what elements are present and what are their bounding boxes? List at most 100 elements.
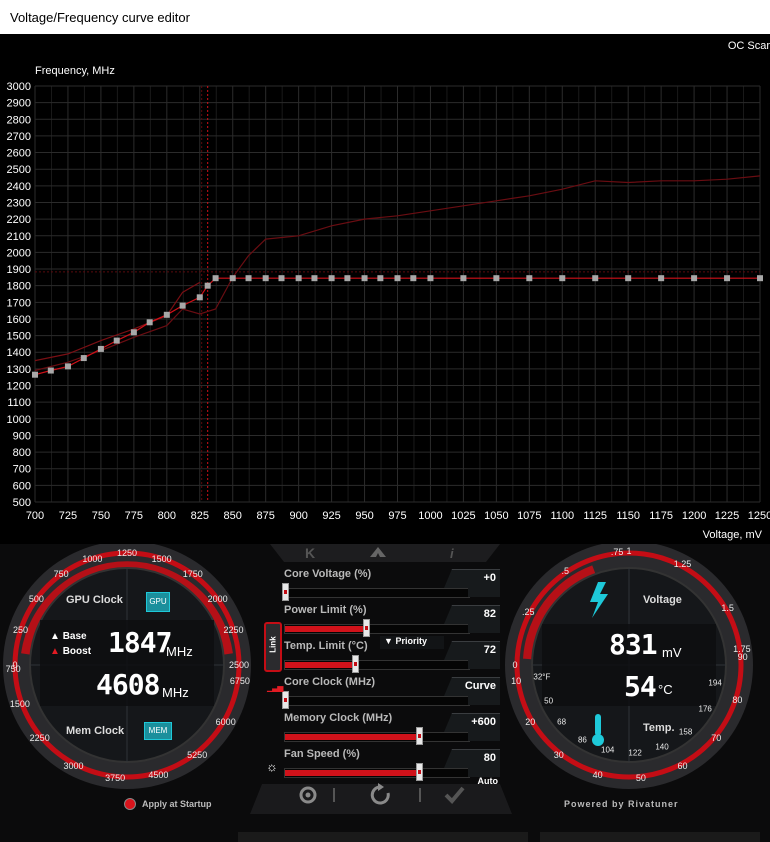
curve-point[interactable]	[295, 275, 302, 282]
fan-speed-slider-thumb[interactable]	[416, 763, 424, 781]
curve-point[interactable]	[427, 275, 434, 282]
power-limit-slider[interactable]	[284, 619, 470, 637]
oc-scanner-label[interactable]: OC Scar	[728, 40, 770, 52]
curve-point[interactable]	[658, 275, 665, 282]
gpu-clock-scale-label: 1500	[151, 553, 172, 564]
curve-point[interactable]	[757, 275, 763, 282]
curve-point[interactable]	[394, 275, 401, 282]
temp-f-scale-label: 104	[601, 745, 615, 755]
curve-point[interactable]	[32, 371, 38, 378]
x-tick-label: 825	[191, 510, 209, 522]
priority-toggle[interactable]: ▼ Priority	[380, 636, 444, 649]
core-clock-slider[interactable]	[282, 691, 470, 709]
info-icon[interactable]: i	[450, 546, 454, 561]
vf-chart[interactable]: Frequency, MHz 500 600 700 800 900 1000 1100 120…	[0, 34, 770, 544]
curve-point[interactable]	[80, 355, 87, 362]
curve-point[interactable]	[410, 275, 417, 282]
curve-point[interactable]	[592, 275, 599, 282]
curve-point[interactable]	[262, 275, 269, 282]
curve-point[interactable]	[311, 275, 318, 282]
curve-point[interactable]	[130, 329, 137, 336]
fan-speed-value-box[interactable]: 80	[444, 749, 500, 768]
curve-point[interactable]	[559, 275, 566, 282]
curve-point[interactable]	[361, 275, 368, 282]
power-limit-value: 82	[483, 608, 496, 620]
curve-point[interactable]	[328, 275, 335, 282]
curve-point[interactable]	[212, 275, 219, 282]
curve-point[interactable]	[113, 337, 120, 344]
y-tick-label: 2500	[7, 164, 31, 176]
mem-clock-scale-label: 3000	[63, 760, 84, 771]
temp-label: Temp.	[643, 722, 675, 734]
core-voltage-value: +0	[483, 572, 496, 584]
temp-limit-slider[interactable]	[284, 655, 470, 673]
mem-clock-label: Mem Clock	[66, 725, 125, 737]
fan-speed-value: 80	[483, 752, 496, 764]
curve-point[interactable]	[493, 275, 500, 282]
fan-speed-slider[interactable]	[284, 763, 470, 781]
curve-point[interactable]	[179, 302, 186, 309]
core-voltage-slider-thumb[interactable]	[282, 583, 289, 601]
vf-curve-editor[interactable]: OC Scar Frequency, MHz 500 600 700 800 900 100…	[0, 34, 770, 544]
core-clock-value: Curve	[464, 680, 496, 692]
power-limit-value-box[interactable]: 82	[444, 605, 500, 624]
temp-limit-value-box[interactable]: 72	[444, 641, 500, 660]
power-limit-slider-fill	[285, 626, 366, 632]
boost-legend: ▲ Boost	[50, 646, 91, 657]
y-tick-label: 1000	[7, 414, 31, 426]
link-toggle[interactable]: Link	[264, 622, 282, 672]
curve-point[interactable]	[47, 367, 54, 374]
memory-clock-slider-thumb[interactable]	[416, 727, 424, 745]
curve-point[interactable]	[691, 275, 698, 282]
temp-limit-lower-box	[468, 659, 500, 669]
k-boost-icon[interactable]: K	[305, 545, 315, 561]
curve-point[interactable]	[724, 275, 731, 282]
curve-point[interactable]	[245, 275, 252, 282]
gpu-clock-scale-label: 2250	[223, 625, 244, 636]
temp-limit-slider-thumb[interactable]	[351, 655, 359, 673]
temp-c-scale-label: 50	[635, 773, 646, 784]
curve-point[interactable]	[163, 311, 170, 318]
core-clock-slider-thumb[interactable]	[282, 691, 289, 709]
memory-clock-value-box[interactable]: +600	[444, 713, 500, 732]
temperature-unit: °C	[658, 682, 673, 697]
window-title: Voltage/Frequency curve editor	[10, 10, 190, 25]
core-voltage-value-box[interactable]: +0	[444, 569, 500, 588]
y-axis-label: Frequency, MHz	[35, 65, 115, 77]
voltage-scale-label: .25	[522, 606, 535, 617]
temp-c-scale-label: 70	[711, 733, 722, 744]
memory-clock-row: Memory Clock (MHz) +600	[282, 712, 506, 750]
power-limit-slider-thumb[interactable]	[362, 619, 370, 637]
temp-c-scale-label: 40	[592, 769, 603, 780]
x-tick-label: 950	[355, 510, 373, 522]
apply-at-startup-toggle[interactable]	[124, 798, 136, 810]
curve-point[interactable]	[97, 345, 104, 352]
curve-point[interactable]	[278, 275, 285, 282]
curve-point[interactable]	[625, 275, 632, 282]
core-voltage-slider[interactable]	[282, 583, 470, 601]
curve-point[interactable]	[377, 275, 384, 282]
curve-point[interactable]	[344, 275, 351, 282]
y-tick-label: 600	[13, 480, 31, 492]
curve-point[interactable]	[204, 282, 211, 289]
curve-point[interactable]	[229, 275, 236, 282]
memory-clock-slider[interactable]	[284, 727, 470, 745]
curve-point[interactable]	[526, 275, 533, 282]
x-tick-label: 1150	[616, 510, 640, 522]
fan-speed-mode[interactable]: Auto	[478, 776, 499, 786]
gpu-chip-icon: GPU	[146, 592, 170, 612]
power-limit-label: Power Limit (%)	[284, 604, 367, 616]
temp-f-scale-label: 158	[678, 727, 693, 737]
curve-point[interactable]	[460, 275, 467, 282]
curve-point[interactable]	[64, 363, 71, 370]
core-clock-graph-icon[interactable]: ▁▃▅	[267, 683, 284, 692]
curve-point[interactable]	[146, 319, 153, 326]
y-tick-label: 1400	[7, 347, 31, 359]
curve-point[interactable]	[196, 294, 203, 301]
fan-settings-icon[interactable]: ☼	[266, 759, 278, 774]
x-tick-label: 1175	[649, 510, 673, 522]
mem-clock-scale-label: 750	[5, 664, 21, 674]
voltage-scale-label: 0	[512, 660, 518, 670]
temp-f-scale-label: 176	[698, 704, 712, 714]
core-clock-value-box[interactable]: Curve	[444, 677, 500, 696]
